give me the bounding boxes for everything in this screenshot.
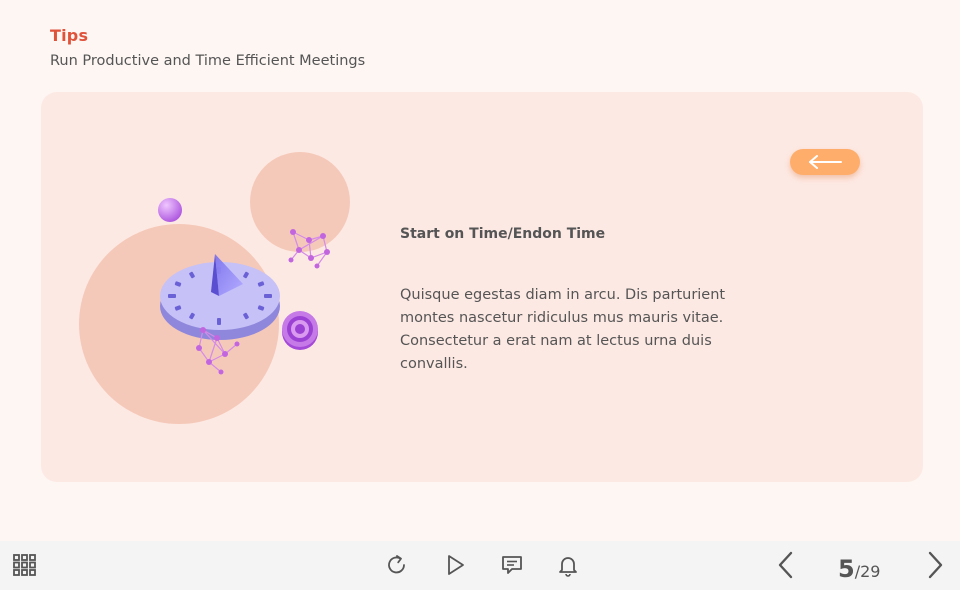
play-icon — [448, 555, 464, 575]
grid-menu-icon — [13, 554, 36, 576]
page-counter: 5/29 — [838, 555, 880, 583]
comment-icon — [502, 556, 522, 574]
back-button[interactable] — [790, 149, 860, 175]
menu-button[interactable] — [10, 551, 40, 579]
previous-button[interactable] — [771, 549, 801, 581]
content-heading: Start on Time/Endon Time — [400, 226, 606, 242]
page-subtitle: Run Productive and Time Efficient Meetin… — [50, 53, 366, 69]
notifications-button[interactable] — [553, 551, 583, 579]
sphere-icon — [158, 198, 182, 222]
clock-illustration — [158, 198, 330, 375]
chevron-left-icon — [778, 551, 793, 579]
arrow-left-icon — [809, 155, 842, 169]
play-button[interactable] — [440, 551, 470, 579]
content-card: Start on Time/Endon Time Quisque egestas… — [41, 92, 923, 482]
replay-button[interactable] — [382, 551, 412, 579]
comments-button[interactable] — [497, 551, 527, 579]
current-page: 5 — [838, 555, 855, 583]
bell-icon — [559, 557, 577, 577]
chevron-right-icon — [928, 551, 943, 579]
content-body: Quisque egestas diam in arcu. Dis partur… — [400, 287, 726, 372]
total-pages: /29 — [854, 562, 881, 581]
next-button[interactable] — [920, 549, 950, 581]
page-title: Tips — [50, 26, 89, 45]
ring-target-icon — [282, 311, 318, 350]
replay-icon — [388, 555, 405, 574]
player-toolbar: 5/29 — [0, 541, 960, 590]
